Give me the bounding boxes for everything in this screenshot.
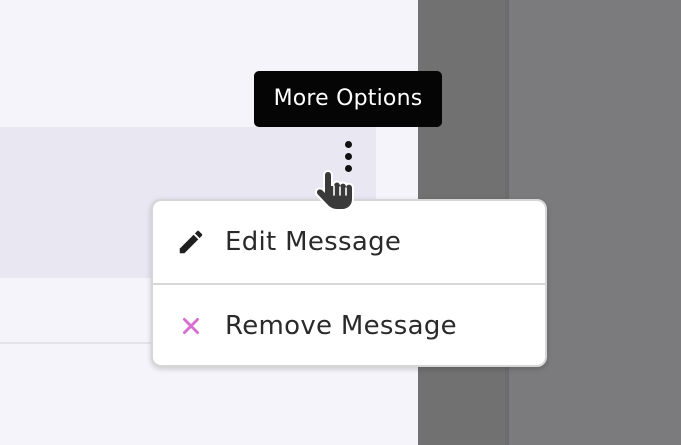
- close-icon: [175, 310, 207, 342]
- more-options-tooltip: More Options: [254, 71, 442, 127]
- menu-item-remove-message[interactable]: Remove Message: [153, 285, 545, 367]
- kebab-dot: [345, 141, 352, 148]
- menu-item-edit-message[interactable]: Edit Message: [153, 201, 545, 283]
- more-options-button[interactable]: [336, 138, 362, 178]
- kebab-dot: [345, 153, 352, 160]
- message-options-menu: Edit Message Remove Message: [151, 199, 547, 367]
- menu-item-label: Edit Message: [225, 227, 402, 257]
- pencil-icon: [175, 226, 207, 258]
- menu-item-label: Remove Message: [225, 311, 457, 341]
- kebab-dot: [345, 165, 352, 172]
